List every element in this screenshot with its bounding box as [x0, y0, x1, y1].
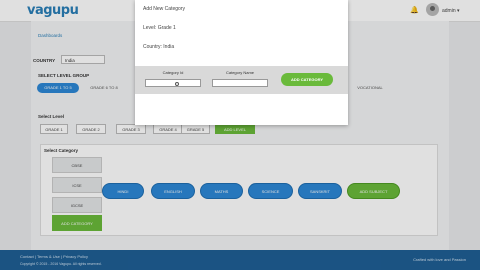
category-form: Category Id Category Name ADD CATEGORY	[135, 66, 348, 94]
modal-country-text: Country: India	[143, 44, 175, 50]
modal-level-text: Level: Grade 1	[143, 25, 176, 31]
add-category-button[interactable]: ADD CATEGORY	[281, 73, 333, 86]
radio-icon[interactable]	[175, 81, 179, 86]
category-id-label: Category Id	[162, 70, 184, 75]
category-name-field[interactable]	[212, 79, 268, 87]
add-category-modal: Add New Category Level: Grade 1 Country:…	[135, 0, 348, 125]
modal-title: Add New Category	[143, 6, 185, 12]
category-name-label: Category Name	[225, 70, 254, 75]
category-id-field[interactable]	[145, 79, 201, 87]
